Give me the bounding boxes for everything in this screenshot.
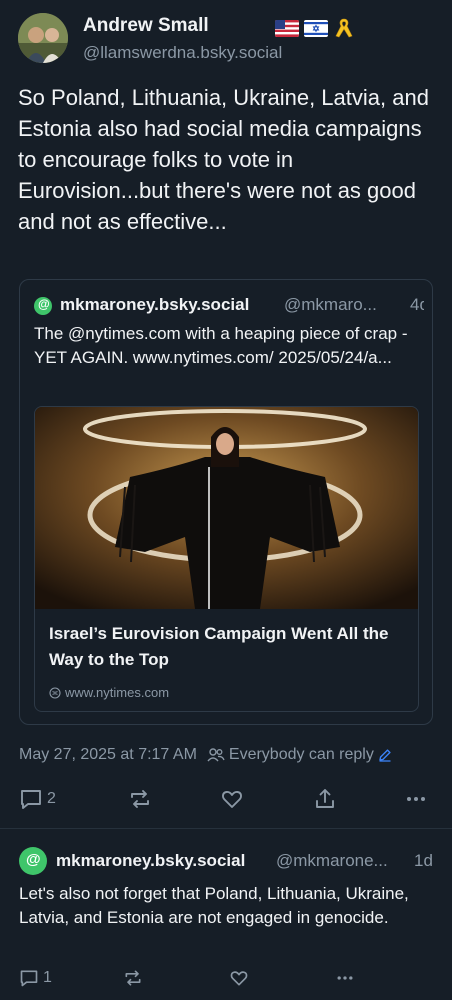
quoted-author-handle[interactable]: @mkmaro... bbox=[284, 295, 377, 315]
reply-like-button[interactable] bbox=[229, 965, 249, 991]
post-meta: May 27, 2025 at 7:17 AM Everybody can re… bbox=[19, 746, 439, 764]
heart-icon bbox=[222, 791, 242, 808]
reply-author-avatar[interactable] bbox=[19, 847, 47, 875]
heart-icon bbox=[230, 971, 248, 986]
link-card-domain-text: www.nytimes.com bbox=[65, 685, 170, 700]
ellipsis-icon bbox=[407, 797, 425, 801]
quoted-post[interactable]: mkmaroney.bsky.social @mkmaro... 4d The … bbox=[19, 279, 433, 725]
people-icon bbox=[207, 748, 225, 762]
link-card-title[interactable]: Israel’s Eurovision Campaign Went All th… bbox=[49, 621, 409, 673]
quoted-post-header: mkmaroney.bsky.social @mkmaro... 4d bbox=[34, 295, 424, 317]
reply-action-bar: 1 bbox=[19, 965, 439, 991]
repost-icon bbox=[125, 970, 141, 986]
reply-setting[interactable]: Everybody can reply bbox=[207, 746, 392, 764]
author-avatar[interactable] bbox=[18, 13, 68, 63]
share-icon bbox=[316, 789, 334, 808]
share-button[interactable] bbox=[313, 785, 337, 813]
comment-icon bbox=[21, 790, 41, 809]
more-options-button[interactable] bbox=[405, 785, 427, 813]
us-flag-icon bbox=[275, 19, 299, 37]
quoted-post-time: 4d bbox=[410, 295, 424, 314]
quoted-post-text: The @nytimes.com with a heaping piece of… bbox=[34, 324, 408, 367]
divider bbox=[0, 828, 452, 829]
post-timestamp[interactable]: May 27, 2025 at 7:17 AM bbox=[19, 746, 197, 764]
reply-author-handle[interactable]: @mkmarone... bbox=[276, 851, 388, 871]
reply-time: 1d bbox=[414, 851, 433, 870]
post-text: So Poland, Lithuania, Ukraine, Latvia, a… bbox=[18, 85, 429, 234]
post-action-bar: 2 bbox=[19, 785, 439, 813]
reply-more-options-button[interactable] bbox=[334, 965, 356, 991]
repost-icon bbox=[131, 790, 149, 808]
reply-author-name[interactable]: mkmaroney.bsky.social bbox=[56, 851, 245, 871]
reply-reply-count: 1 bbox=[43, 969, 52, 986]
link-card-image bbox=[35, 407, 418, 609]
reply-setting-label: Everybody can reply bbox=[228, 746, 374, 763]
reply-repost-button[interactable] bbox=[123, 965, 143, 991]
comment-icon bbox=[20, 970, 38, 987]
israel-flag-icon bbox=[304, 19, 328, 37]
ellipsis-icon bbox=[337, 976, 353, 980]
repost-button[interactable] bbox=[128, 785, 152, 813]
quoted-author-name[interactable]: mkmaroney.bsky.social bbox=[60, 295, 249, 315]
author-name[interactable]: Andrew Small bbox=[83, 15, 209, 37]
post-header: Andrew Small @llamswerdna.bsky.social bbox=[18, 13, 438, 65]
reply-reply-button[interactable]: 1 bbox=[19, 965, 52, 991]
link-card-domain: www.nytimes.com bbox=[49, 685, 169, 700]
globe-icon bbox=[49, 686, 61, 699]
flag-emojis bbox=[275, 17, 355, 39]
yellow-ribbon-icon bbox=[333, 17, 355, 39]
link-card[interactable]: Israel’s Eurovision Campaign Went All th… bbox=[34, 406, 419, 712]
like-button[interactable] bbox=[220, 785, 244, 813]
reply-count: 2 bbox=[47, 790, 56, 807]
pencil-icon[interactable] bbox=[378, 748, 392, 762]
reply-text: Let's also not forget that Poland, Lithu… bbox=[19, 884, 409, 927]
quoted-author-avatar[interactable] bbox=[34, 297, 52, 315]
author-handle[interactable]: @llamswerdna.bsky.social bbox=[83, 43, 282, 63]
reply-button[interactable]: 2 bbox=[19, 785, 56, 813]
